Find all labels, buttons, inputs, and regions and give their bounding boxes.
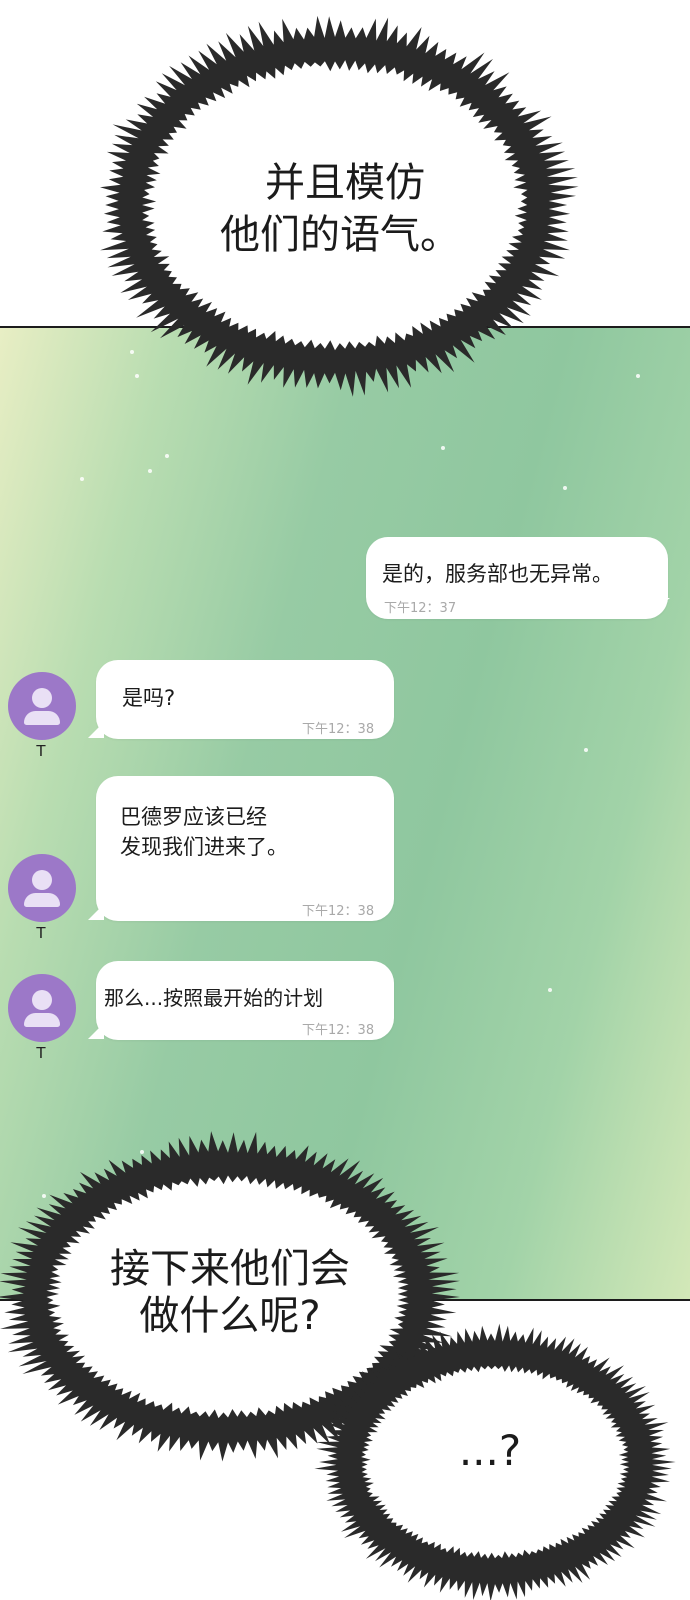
caption-bottom-right: ...? <box>458 1426 522 1475</box>
thought-burst-bottom-right <box>314 1323 676 1600</box>
comic-page: 并且模仿 他们的语气。 是的，服务部也无异常。 下午12：37 T 是吗? 下午… <box>0 0 690 1600</box>
